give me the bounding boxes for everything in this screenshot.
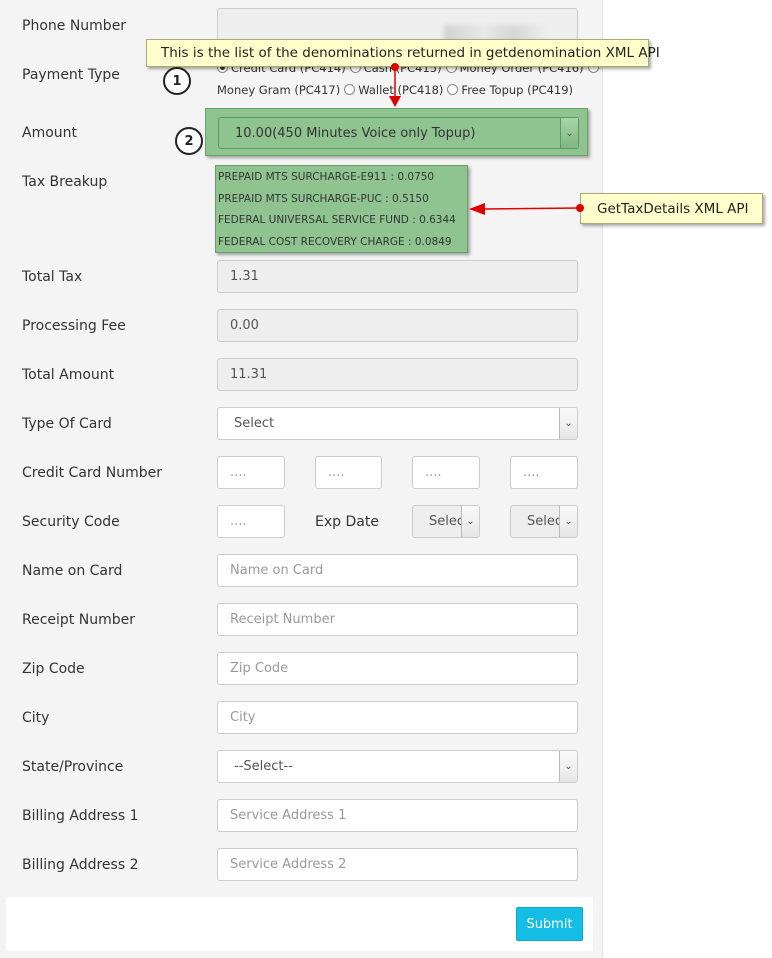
- denomination-arrow: [389, 63, 401, 107]
- annotation-arrows: [389, 63, 584, 215]
- tax-details-arrow: [469, 203, 584, 215]
